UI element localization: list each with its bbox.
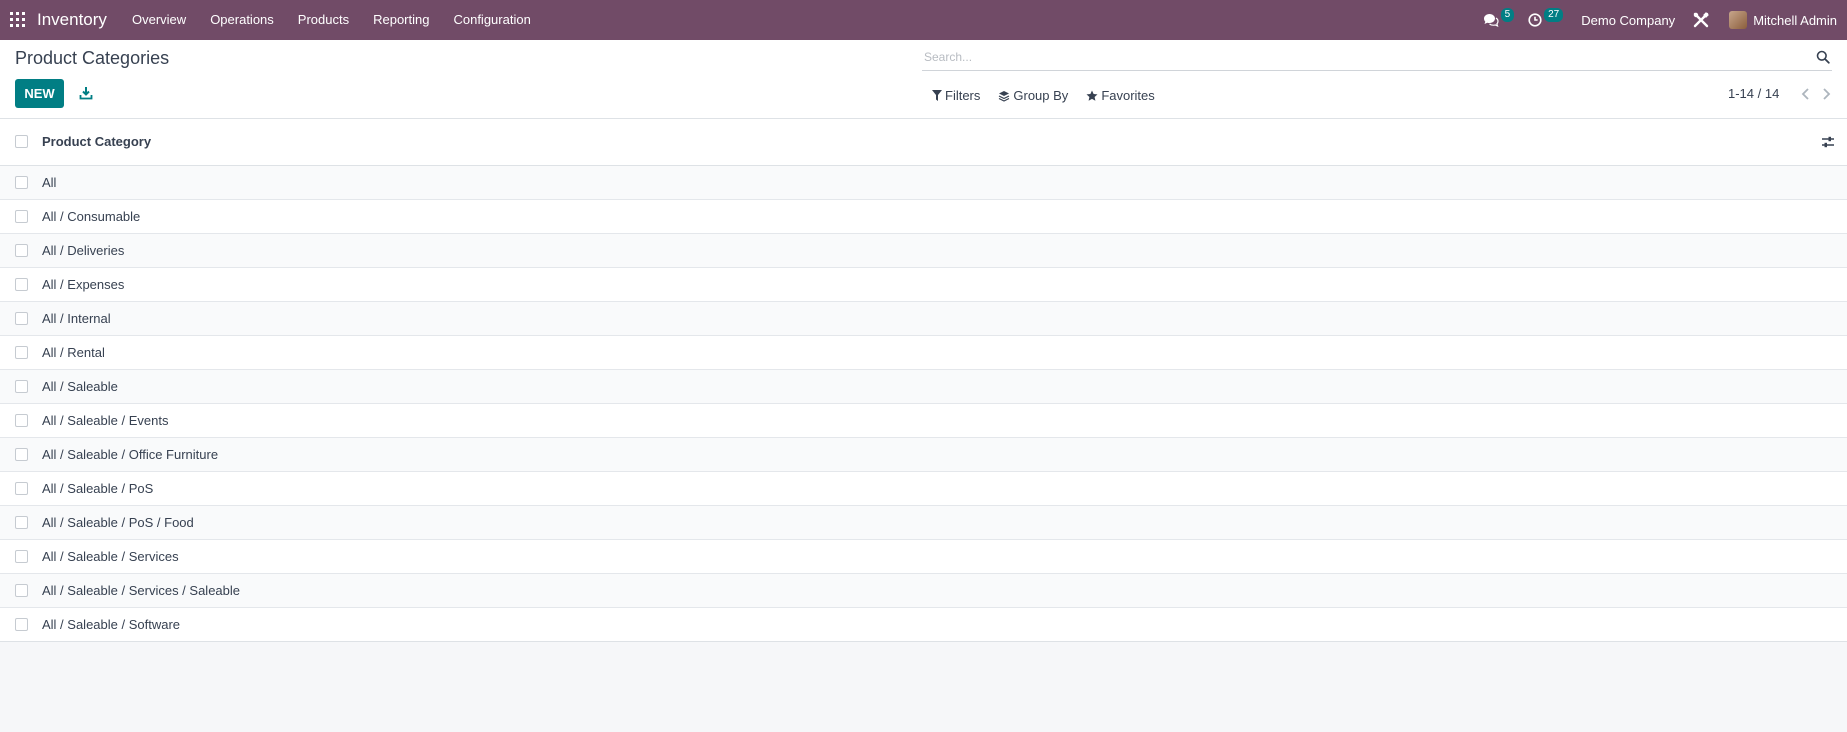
row-checkbox[interactable]	[15, 448, 28, 461]
table-row[interactable]: All / Saleable / Events	[0, 403, 1847, 437]
product-category-name: All / Internal	[42, 311, 111, 326]
activities-badge: 27	[1544, 8, 1564, 22]
product-category-name: All / Saleable / Services / Saleable	[42, 583, 240, 598]
new-button[interactable]: NEW	[15, 79, 64, 108]
search-icon[interactable]	[1816, 50, 1830, 64]
main-menu: Overview Operations Products Reporting C…	[120, 0, 543, 40]
product-category-name: All / Saleable / Services	[42, 549, 179, 564]
product-category-name: All / Expenses	[42, 277, 125, 292]
row-checkbox[interactable]	[15, 414, 28, 427]
menu-configuration[interactable]: Configuration	[441, 0, 542, 40]
list-header: Product Category	[0, 119, 1847, 166]
search-input[interactable]	[924, 48, 1784, 66]
row-checkbox[interactable]	[15, 584, 28, 597]
table-row[interactable]: All / Saleable / Services / Saleable	[0, 573, 1847, 607]
sliders-icon[interactable]	[1821, 135, 1835, 149]
row-checkbox[interactable]	[15, 346, 28, 359]
layers-icon	[999, 90, 1010, 102]
product-category-name: All / Saleable / Office Furniture	[42, 447, 219, 462]
table-row[interactable]: All / Expenses	[0, 267, 1847, 301]
activities-button[interactable]: 27	[1528, 0, 1564, 40]
star-icon	[1086, 90, 1098, 101]
row-checkbox[interactable]	[15, 550, 28, 563]
select-all-checkbox[interactable]	[15, 135, 28, 148]
tools-icon	[1693, 12, 1710, 28]
product-category-name: All / Deliveries	[42, 243, 125, 258]
page-title: Product Categories	[15, 48, 170, 68]
filter-icon	[932, 90, 942, 101]
app-name[interactable]: Inventory	[37, 10, 107, 30]
row-checkbox[interactable]	[15, 618, 28, 631]
pager: 1-14 / 14	[1728, 86, 1833, 101]
product-category-name: All / Rental	[42, 345, 105, 360]
download-icon[interactable]	[79, 86, 93, 100]
row-checkbox[interactable]	[15, 244, 28, 257]
debug-tools-button[interactable]	[1693, 0, 1710, 40]
row-checkbox[interactable]	[15, 312, 28, 325]
product-category-name: All / Consumable	[42, 209, 141, 224]
top-navbar: Inventory Overview Operations Products R…	[0, 0, 1847, 40]
table-row[interactable]: All / Saleable / Office Furniture	[0, 437, 1847, 471]
menu-overview[interactable]: Overview	[120, 0, 198, 40]
table-row[interactable]: All / Saleable / Services	[0, 539, 1847, 573]
menu-operations[interactable]: Operations	[198, 0, 286, 40]
list-body: All All / Consumable All / Deliveries All /…	[0, 166, 1847, 641]
chevron-left-icon[interactable]	[1799, 87, 1813, 101]
table-row[interactable]: All	[0, 166, 1847, 199]
user-menu[interactable]: Mitchell Admin	[1729, 0, 1837, 40]
group-by-button[interactable]: Group By	[998, 88, 1068, 103]
row-checkbox[interactable]	[15, 516, 28, 529]
systray: 5 27 Demo Company Mitchell Admin	[1483, 0, 1847, 40]
filters-label: Filters	[945, 88, 981, 103]
user-name: Mitchell Admin	[1753, 12, 1837, 28]
product-category-name: All / Saleable / Software	[42, 617, 181, 632]
table-row[interactable]: All / Rental	[0, 335, 1847, 369]
row-checkbox[interactable]	[15, 210, 28, 223]
table-row[interactable]: All / Saleable / PoS / Food	[0, 505, 1847, 539]
chat-icon	[1483, 14, 1499, 27]
row-checkbox[interactable]	[15, 482, 28, 495]
chevron-right-icon[interactable]	[1819, 87, 1833, 101]
avatar	[1729, 11, 1748, 29]
table-row[interactable]: All / Consumable	[0, 199, 1847, 233]
product-category-name: All / Saleable / PoS / Food	[42, 515, 194, 530]
filters-button[interactable]: Filters	[932, 88, 980, 103]
row-checkbox[interactable]	[15, 278, 28, 291]
table-row[interactable]: All / Saleable / Software	[0, 607, 1847, 641]
favorites-label: Favorites	[1101, 88, 1155, 103]
pager-value[interactable]: 1-14 / 14	[1728, 86, 1779, 101]
list-view: Product Category All All / Consumable All …	[0, 119, 1847, 642]
table-row[interactable]: All / Deliveries	[0, 233, 1847, 267]
table-row[interactable]: All / Internal	[0, 301, 1847, 335]
messages-badge: 5	[1500, 8, 1515, 22]
menu-reporting[interactable]: Reporting	[361, 0, 441, 40]
product-category-name: All	[42, 175, 57, 190]
row-checkbox[interactable]	[15, 176, 28, 189]
clock-icon	[1528, 13, 1542, 27]
search-bar	[922, 46, 1832, 71]
product-category-name: All / Saleable	[42, 379, 118, 394]
table-row[interactable]: All / Saleable / PoS	[0, 471, 1847, 505]
menu-products[interactable]: Products	[286, 0, 361, 40]
messages-button[interactable]: 5	[1483, 0, 1515, 40]
table-row[interactable]: All / Saleable	[0, 369, 1847, 403]
company-switcher[interactable]: Demo Company	[1581, 0, 1675, 40]
search-options: Filters Group By Favorites	[932, 88, 1173, 103]
group-by-label: Group By	[1013, 88, 1069, 103]
favorites-button[interactable]: Favorites	[1086, 88, 1155, 103]
apps-grid-icon[interactable]	[10, 12, 25, 27]
product-category-name: All / Saleable / PoS	[42, 481, 154, 496]
control-panel: Product Categories NEW Filters Group By	[0, 40, 1847, 119]
product-category-name: All / Saleable / Events	[42, 413, 169, 428]
column-header-product-category[interactable]: Product Category	[42, 134, 151, 149]
row-checkbox[interactable]	[15, 380, 28, 393]
